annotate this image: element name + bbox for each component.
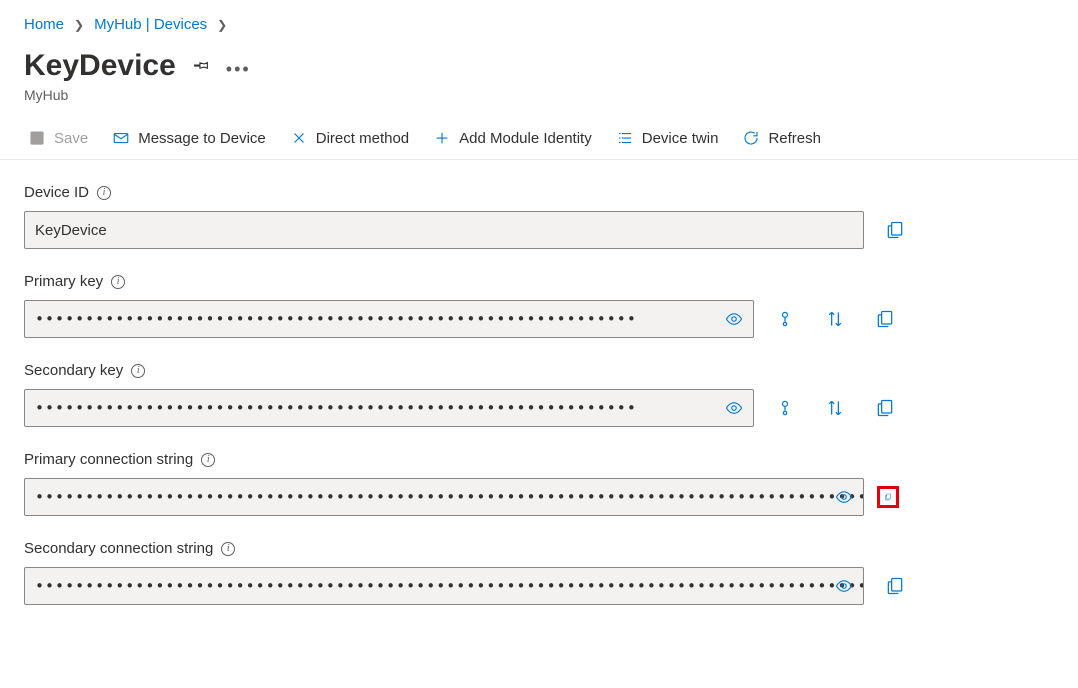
twin-label: Device twin	[642, 130, 719, 147]
primary-conn-label: Primary connection string	[24, 451, 193, 468]
info-icon[interactable]: i	[97, 186, 111, 200]
breadcrumb-home[interactable]: Home	[24, 16, 64, 33]
primary-connection-string-field: Primary connection string i ••••••••••••…	[24, 451, 1054, 516]
show-icon[interactable]	[830, 483, 858, 511]
direct-label: Direct method	[316, 130, 409, 147]
secondary-conn-label: Secondary connection string	[24, 540, 213, 557]
device-id-label: Device ID	[24, 184, 89, 201]
refresh-label: Refresh	[768, 130, 821, 147]
secondary-key-field: Secondary key i ••••••••••••••••••••••••…	[24, 362, 1054, 427]
show-icon[interactable]	[830, 572, 858, 600]
info-icon[interactable]: i	[201, 453, 215, 467]
page-subtitle: MyHub	[0, 83, 1078, 119]
direct-method-button[interactable]: Direct method	[290, 129, 409, 147]
breadcrumb: Home ❯ MyHub | Devices ❯	[0, 0, 1078, 41]
primary-key-field: Primary key i ••••••••••••••••••••••••••…	[24, 273, 1054, 338]
save-label: Save	[54, 130, 88, 147]
page-title: KeyDevice	[24, 49, 176, 83]
secondary-key-input[interactable]: ••••••••••••••••••••••••••••••••••••••••…	[24, 389, 754, 427]
primary-key-input[interactable]: ••••••••••••••••••••••••••••••••••••••••…	[24, 300, 754, 338]
form-area: Device ID i Primary key i ••••••••••••••…	[0, 160, 1078, 653]
breadcrumb-hub[interactable]: MyHub | Devices	[94, 16, 207, 33]
pin-icon[interactable]	[192, 56, 210, 77]
info-icon[interactable]: i	[221, 542, 235, 556]
info-icon[interactable]: i	[111, 275, 125, 289]
secondary-connection-string-field: Secondary connection string i ••••••••••…	[24, 540, 1054, 605]
show-icon[interactable]	[720, 394, 748, 422]
message-to-device-button[interactable]: Message to Device	[112, 129, 266, 147]
toolbar: Save Message to Device Direct method Add…	[0, 119, 1078, 160]
device-id-field: Device ID i	[24, 184, 1054, 249]
secondary-key-label: Secondary key	[24, 362, 123, 379]
copy-icon[interactable]	[884, 219, 906, 241]
chevron-right-icon: ❯	[74, 18, 84, 32]
swap-icon[interactable]	[824, 308, 846, 330]
refresh-button[interactable]: Refresh	[742, 129, 821, 147]
show-icon[interactable]	[720, 305, 748, 333]
device-twin-button[interactable]: Device twin	[616, 129, 719, 147]
regenerate-icon[interactable]	[774, 397, 796, 419]
title-row: KeyDevice •••	[0, 41, 1078, 83]
swap-icon[interactable]	[824, 397, 846, 419]
copy-icon[interactable]	[877, 486, 899, 508]
message-label: Message to Device	[138, 130, 266, 147]
primary-key-label: Primary key	[24, 273, 103, 290]
save-button: Save	[28, 129, 88, 147]
regenerate-icon[interactable]	[774, 308, 796, 330]
primary-conn-input[interactable]: ••••••••••••••••••••••••••••••••••••••••…	[24, 478, 864, 516]
more-icon[interactable]: •••	[226, 59, 251, 80]
add-module-identity-button[interactable]: Add Module Identity	[433, 129, 592, 147]
chevron-right-icon: ❯	[217, 18, 227, 32]
copy-icon[interactable]	[884, 575, 906, 597]
secondary-conn-input[interactable]: ••••••••••••••••••••••••••••••••••••••••…	[24, 567, 864, 605]
addmodule-label: Add Module Identity	[459, 130, 592, 147]
device-id-input[interactable]	[24, 211, 864, 249]
copy-icon[interactable]	[874, 308, 896, 330]
copy-icon[interactable]	[874, 397, 896, 419]
info-icon[interactable]: i	[131, 364, 145, 378]
